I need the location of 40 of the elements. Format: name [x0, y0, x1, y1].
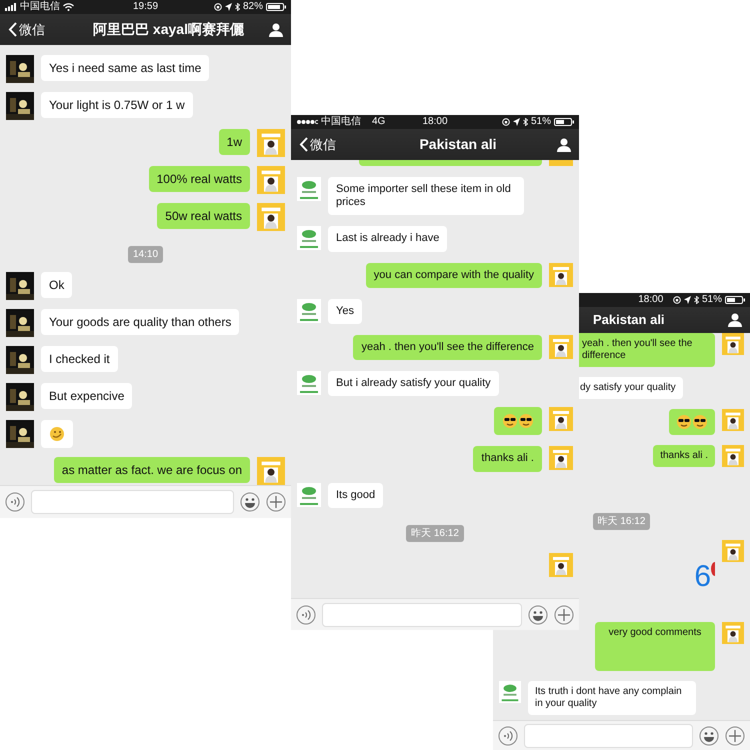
message-bubble: Ok: [41, 272, 72, 298]
message-bubble: you can compare with the quality: [366, 262, 542, 288]
message-bubble: thanks ali .: [653, 445, 715, 467]
timestamp: 14:10: [128, 246, 164, 263]
message-bubble: Its good: [328, 482, 384, 508]
message-bubble: thanks ali .: [473, 446, 542, 472]
message-bubble: Yes: [328, 298, 362, 324]
chat-title: Pakistan ali: [592, 311, 666, 330]
message-bubble: I checked it: [41, 346, 118, 372]
clock-time: 18:00: [422, 117, 448, 127]
message-bubble: very good comments: [595, 622, 715, 671]
message-bubble: as matter as fact. we are focus on: [54, 457, 250, 484]
message-bubble: But i already satisfy your quality: [328, 371, 499, 396]
back-button[interactable]: 微信: [8, 20, 68, 40]
network-label: 4G: [372, 117, 386, 127]
message-bubble: dy satisfy your quality: [579, 377, 683, 399]
message-bubble: 100% real watts: [148, 166, 250, 192]
back-button[interactable]: 微信: [299, 134, 359, 154]
timestamp: 昨天 16:12: [592, 513, 650, 530]
message-bubble: Last is already i have: [328, 226, 448, 252]
message-bubble: But expencive: [41, 383, 132, 410]
message-bubble: Its truth i dont have any complain in your quality: [528, 681, 696, 715]
battery-percent: 51%: [531, 117, 552, 127]
message-bubble: Yes i need same as last time: [41, 55, 210, 82]
timestamp: 昨天 16:12: [406, 524, 464, 542]
message-bubble: 50w real watts: [157, 203, 250, 230]
carrier-name: 中国电信: [321, 117, 361, 127]
clock-time: 19:59: [132, 2, 158, 12]
carrier-name: 中国电信: [20, 2, 60, 12]
message-bubble: Some importer sell these item in old prices: [328, 177, 524, 216]
message-bubble: yeah . then you'll see the difference: [353, 334, 542, 360]
message-bubble: Your goods are quality than others: [41, 309, 240, 336]
clock-time: 18:00: [638, 295, 664, 305]
message-bubble: 1w: [218, 129, 250, 156]
message-bubble: Your light is 0.75W or 1 w: [41, 92, 193, 118]
sticker-text: 6: [694, 562, 711, 592]
chat-title: Pakistan ali: [418, 135, 498, 154]
battery-percent: 82%: [243, 2, 264, 12]
chat-title: 阿里巴巴 xayal啊赛拜儷: [92, 20, 245, 39]
battery-percent: 51%: [702, 295, 722, 305]
